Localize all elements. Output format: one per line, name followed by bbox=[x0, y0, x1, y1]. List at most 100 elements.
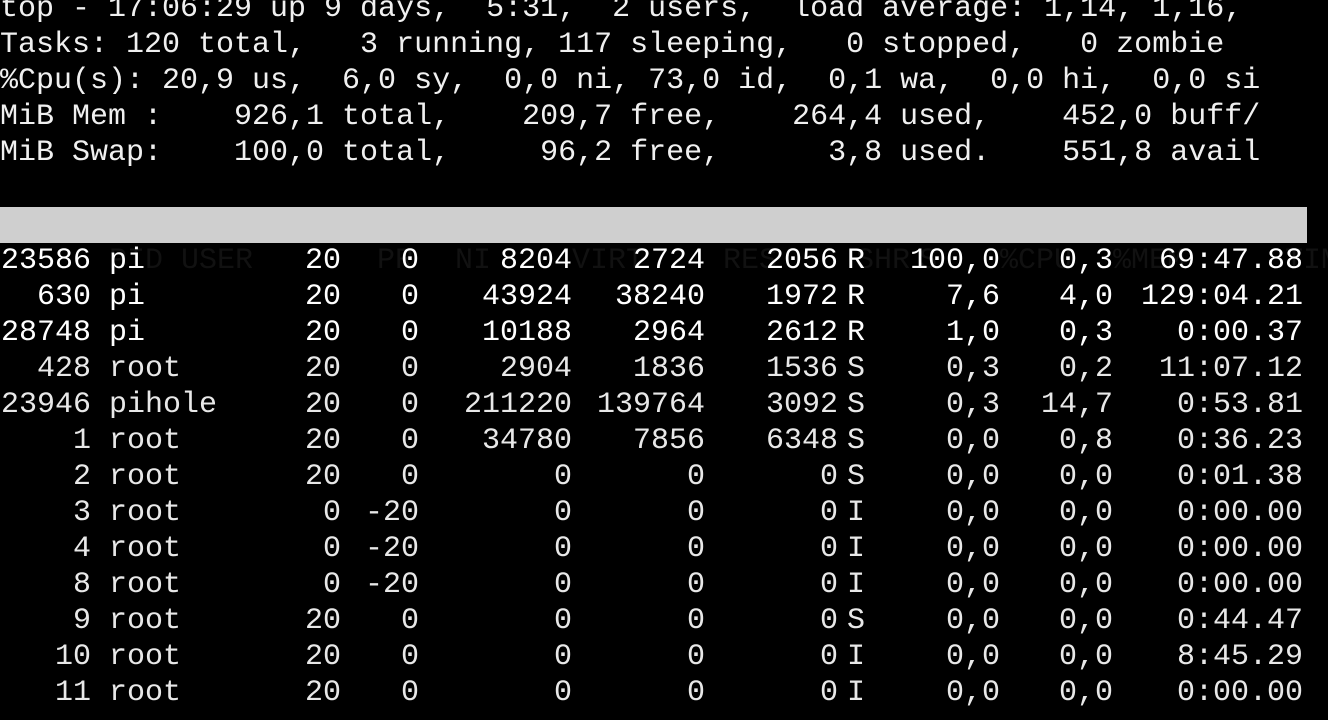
uptime-load-line: top - 17:06:29 up 9 days, 5:31, 2 users,… bbox=[0, 0, 1243, 26]
cell-state: I bbox=[846, 568, 865, 602]
cell-virt: 10188 bbox=[481, 316, 572, 350]
cell-time: 0:00.00 bbox=[1176, 568, 1303, 602]
cell-pr: 20 bbox=[304, 424, 341, 458]
cell-state: I bbox=[846, 496, 865, 530]
cell-shr: 3092 bbox=[765, 388, 838, 422]
cell-res: 1836 bbox=[632, 352, 705, 386]
cell-state: S bbox=[846, 388, 865, 422]
cell-time: 0:00.00 bbox=[1176, 532, 1303, 566]
cell-mem: 0,0 bbox=[1058, 532, 1113, 566]
cell-shr: 0 bbox=[819, 496, 838, 530]
cell-ni: 0 bbox=[400, 244, 419, 278]
swap-line: MiB Swap: 100,0 total, 96,2 free, 3,8 us… bbox=[0, 136, 1261, 170]
cell-ni: 0 bbox=[400, 424, 419, 458]
cell-virt: 0 bbox=[553, 640, 572, 674]
cell-user: pi bbox=[109, 244, 146, 278]
cell-ni: -20 bbox=[364, 568, 419, 602]
cell-virt: 0 bbox=[553, 532, 572, 566]
cell-state: R bbox=[846, 316, 865, 350]
cell-pid: 8 bbox=[72, 568, 91, 602]
cell-pid: 4 bbox=[72, 532, 91, 566]
cell-res: 0 bbox=[686, 568, 705, 602]
cell-time: 0:53.81 bbox=[1176, 388, 1303, 422]
cell-pr: 0 bbox=[322, 532, 341, 566]
cell-time: 0:00.00 bbox=[1176, 496, 1303, 530]
cell-pid: 28748 bbox=[0, 316, 91, 350]
cell-time: 0:00.37 bbox=[1176, 316, 1303, 350]
cell-ni: 0 bbox=[400, 280, 419, 314]
cell-ni: -20 bbox=[364, 496, 419, 530]
process-row: 4 root 0 -20 0 0 0 I 0,0 0,0 0:00.00 bbox=[0, 531, 1328, 567]
cell-shr: 6348 bbox=[765, 424, 838, 458]
cell-state: S bbox=[846, 604, 865, 638]
cell-user: root bbox=[109, 532, 182, 566]
process-row: 428 root 20 0 2904 1836 1536 S 0,3 0,2 11:07.12 bbox=[0, 351, 1328, 387]
cell-state: S bbox=[846, 424, 865, 458]
cell-pid: 11 bbox=[54, 676, 91, 710]
cell-virt: 8204 bbox=[499, 244, 572, 278]
process-row: 23586 pi 20 0 8204 2724 2056 R 100,0 0,3 69:47.88 bbox=[0, 243, 1328, 279]
cell-virt: 2904 bbox=[499, 352, 572, 386]
cell-time: 0:36.23 bbox=[1176, 424, 1303, 458]
cell-ni: 0 bbox=[400, 352, 419, 386]
process-row: 2 root 20 0 0 0 0 S 0,0 0,0 0:01.38 bbox=[0, 459, 1328, 495]
cell-res: 0 bbox=[686, 676, 705, 710]
cell-pid: 23586 bbox=[0, 244, 91, 278]
cell-res: 2964 bbox=[632, 316, 705, 350]
cell-pr: 0 bbox=[322, 496, 341, 530]
process-row: 8 root 0 -20 0 0 0 I 0,0 0,0 0:00.00 bbox=[0, 567, 1328, 603]
cell-ni: 0 bbox=[400, 676, 419, 710]
cell-cpu: 0,0 bbox=[945, 424, 1000, 458]
cell-virt: 43924 bbox=[481, 280, 572, 314]
cell-mem: 0,0 bbox=[1058, 496, 1113, 530]
cell-shr: 2612 bbox=[765, 316, 838, 350]
cell-state: S bbox=[846, 460, 865, 494]
cell-virt: 0 bbox=[553, 676, 572, 710]
process-row: 11 root 20 0 0 0 0 I 0,0 0,0 0:00.00 bbox=[0, 675, 1328, 711]
cell-res: 0 bbox=[686, 460, 705, 494]
process-row: 630 pi 20 0 43924 38240 1972 R 7,6 4,0 129:04.21 bbox=[0, 279, 1328, 315]
cell-user: pi bbox=[109, 280, 146, 314]
cell-res: 38240 bbox=[614, 280, 705, 314]
cell-mem: 0,0 bbox=[1058, 604, 1113, 638]
cell-ni: -20 bbox=[364, 532, 419, 566]
cell-mem: 0,2 bbox=[1058, 352, 1113, 386]
cell-virt: 0 bbox=[553, 460, 572, 494]
cell-pid: 23946 bbox=[0, 388, 91, 422]
cell-cpu: 0,0 bbox=[945, 604, 1000, 638]
cell-shr: 0 bbox=[819, 604, 838, 638]
cell-res: 7856 bbox=[632, 424, 705, 458]
cell-pr: 20 bbox=[304, 676, 341, 710]
cell-virt: 34780 bbox=[481, 424, 572, 458]
process-row: 10 root 20 0 0 0 0 I 0,0 0,0 8:45.29 bbox=[0, 639, 1328, 675]
cell-res: 139764 bbox=[596, 388, 705, 422]
cell-mem: 0,3 bbox=[1058, 316, 1113, 350]
cpu-line: %Cpu(s): 20,9 us, 6,0 sy, 0,0 ni, 73,0 i… bbox=[0, 64, 1261, 98]
cell-time: 0:00.00 bbox=[1176, 676, 1303, 710]
cell-shr: 0 bbox=[819, 460, 838, 494]
process-row: 3 root 0 -20 0 0 0 I 0,0 0,0 0:00.00 bbox=[0, 495, 1328, 531]
cell-mem: 14,7 bbox=[1040, 388, 1113, 422]
cell-state: R bbox=[846, 244, 865, 278]
process-row: 9 root 20 0 0 0 0 S 0,0 0,0 0:44.47 bbox=[0, 603, 1328, 639]
terminal-window[interactable]: top - 17:06:29 up 9 days, 5:31, 2 users,… bbox=[0, 0, 1328, 711]
cell-cpu: 0,0 bbox=[945, 568, 1000, 602]
cell-user: root bbox=[109, 604, 182, 638]
cell-ni: 0 bbox=[400, 604, 419, 638]
cell-virt: 211220 bbox=[463, 388, 572, 422]
process-table-body: 23586 pi 20 0 8204 2724 2056 R 100,0 0,3 69:47.88 6… bbox=[0, 243, 1328, 711]
cell-mem: 0,0 bbox=[1058, 460, 1113, 494]
cell-user: root bbox=[109, 424, 182, 458]
cell-pr: 20 bbox=[304, 244, 341, 278]
cell-mem: 0,8 bbox=[1058, 424, 1113, 458]
cell-shr: 0 bbox=[819, 640, 838, 674]
cell-state: I bbox=[846, 640, 865, 674]
process-row: 23946 pihole 20 0 211220 139764 3092 S 0,3 14,7 0:… bbox=[0, 387, 1328, 423]
cell-pr: 20 bbox=[304, 604, 341, 638]
cell-ni: 0 bbox=[400, 460, 419, 494]
cell-res: 0 bbox=[686, 496, 705, 530]
cell-user: pihole bbox=[109, 388, 218, 422]
cell-time: 0:44.47 bbox=[1176, 604, 1303, 638]
cell-cpu: 7,6 bbox=[945, 280, 1000, 314]
cell-user: root bbox=[109, 676, 182, 710]
